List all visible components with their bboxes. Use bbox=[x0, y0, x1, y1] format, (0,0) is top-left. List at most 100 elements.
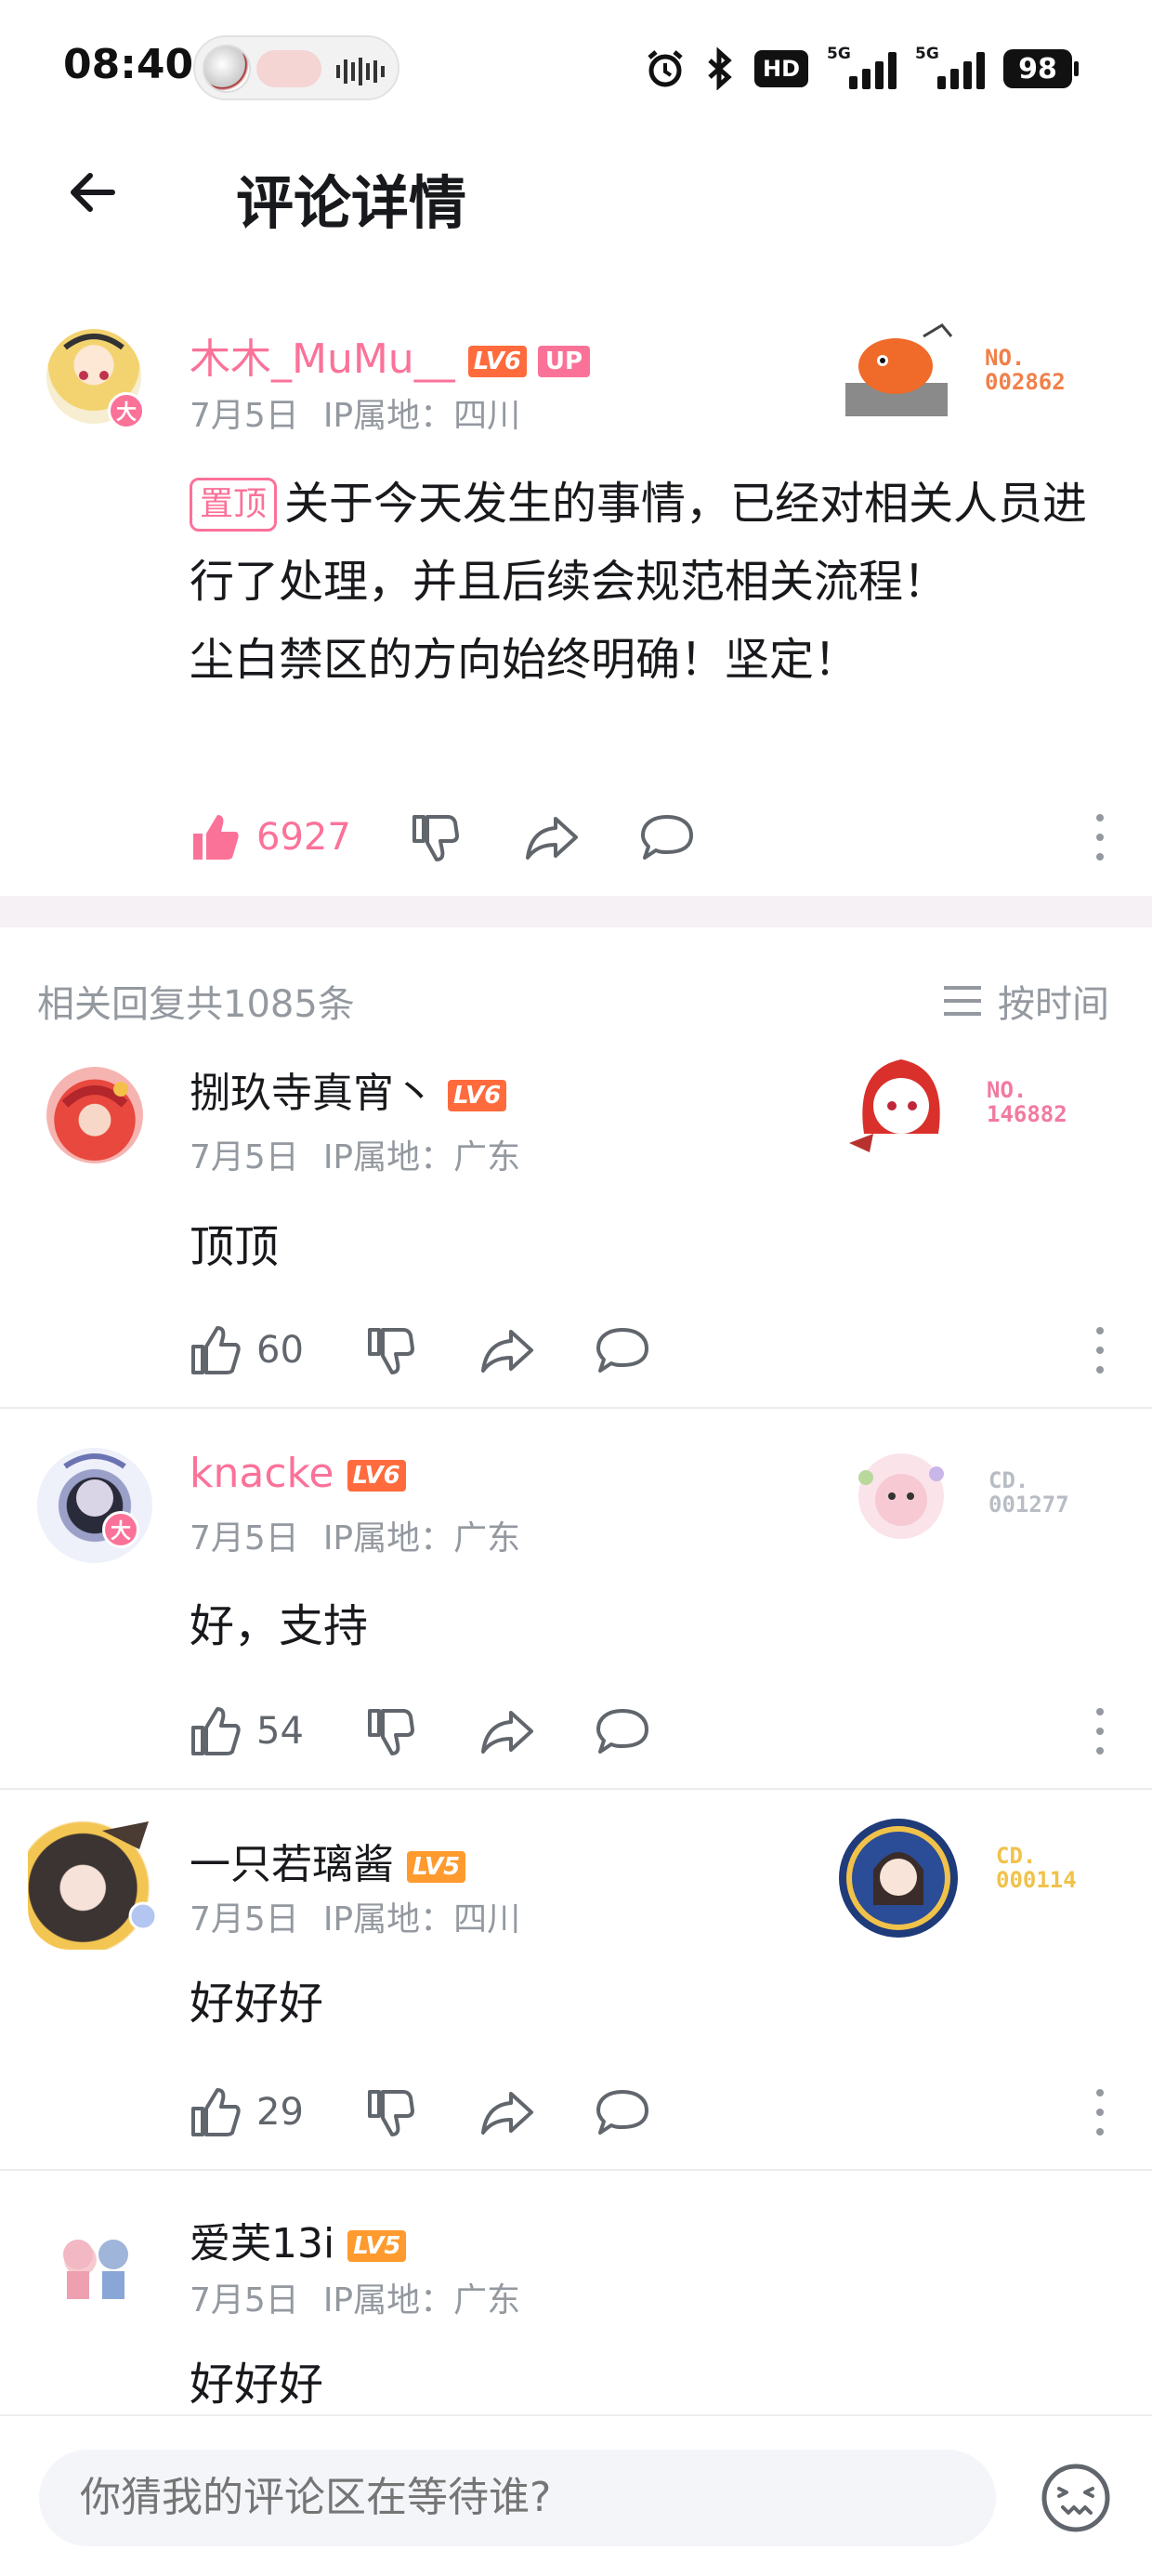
decoration-number: NO. 146882 bbox=[987, 1077, 1067, 1127]
reply-button[interactable] bbox=[595, 1318, 650, 1383]
share-button[interactable] bbox=[479, 2080, 535, 2145]
chat-bubble-icon bbox=[641, 815, 693, 860]
decoration-art bbox=[858, 1453, 944, 1539]
signal-icon: 5G bbox=[827, 45, 897, 89]
avatar[interactable] bbox=[37, 1448, 152, 1563]
thumbs-up-icon bbox=[191, 2088, 241, 2136]
comment-input[interactable] bbox=[39, 2450, 996, 2546]
dislike-button[interactable] bbox=[364, 1699, 416, 1764]
like-count: 29 bbox=[256, 2091, 304, 2134]
avatar[interactable] bbox=[45, 2214, 147, 2316]
level-badge: LV6 bbox=[467, 346, 527, 377]
decoration-art bbox=[845, 323, 953, 416]
section-divider bbox=[0, 896, 1152, 927]
reply-ip: IP属地：四川 bbox=[322, 1900, 521, 1939]
reply-item: 捌玖寺真宵丶 LV6 7月5日 IP属地：广东 NO. 146882 顶顶 60 bbox=[0, 1050, 1152, 1409]
reply-date: 7月5日 bbox=[190, 1138, 299, 1176]
reply-date: 7月5日 bbox=[190, 1900, 299, 1939]
battery-indicator: 98 bbox=[1003, 49, 1079, 88]
media-thumbnail bbox=[203, 45, 251, 93]
reply-button[interactable] bbox=[595, 2080, 650, 2145]
reply-ip: IP属地：广东 bbox=[322, 1519, 521, 1557]
comment-ip: IP属地：四川 bbox=[322, 397, 521, 435]
thumbs-up-icon bbox=[193, 815, 239, 860]
reply-ip: IP属地：广东 bbox=[322, 1138, 521, 1176]
back-button[interactable] bbox=[59, 160, 124, 225]
avatar[interactable] bbox=[28, 1812, 165, 1950]
decoration-card[interactable]: CD. 000114 bbox=[836, 1816, 1087, 1938]
top-app-bar: 评论详情 bbox=[0, 139, 1152, 260]
like-button[interactable]: 54 bbox=[190, 1699, 304, 1764]
dislike-button[interactable] bbox=[409, 805, 461, 870]
avatar[interactable] bbox=[46, 1067, 143, 1163]
reply-meta: 7月5日 IP属地：广东 bbox=[190, 1130, 520, 1178]
dislike-button[interactable] bbox=[364, 1318, 416, 1383]
chat-bubble-icon bbox=[596, 1709, 648, 1754]
emoji-button[interactable] bbox=[1039, 2461, 1113, 2535]
pinned-tag: 置顶 bbox=[190, 478, 278, 532]
chat-bubble-icon bbox=[596, 1328, 648, 1373]
replies-header: 相关回复共1085条 按时间 bbox=[0, 966, 1152, 1032]
sort-label: 按时间 bbox=[998, 983, 1109, 1026]
decoration-art bbox=[839, 1819, 958, 1938]
decoration-number: CD. 000114 bbox=[996, 1843, 1077, 1893]
main-comment: 大 木木_MuMu__ LV6 UP 7月5日 IP属地：四川 NO. 002862 置… bbox=[0, 316, 1152, 896]
like-button[interactable]: 29 bbox=[190, 2080, 304, 2145]
reply-username[interactable]: knacke LV6 bbox=[190, 1450, 406, 1497]
reply-content: 好，支持 bbox=[190, 1600, 369, 1652]
bottom-input-bar bbox=[0, 2414, 1152, 2576]
reply-username[interactable]: 一只若璃酱 LV5 bbox=[190, 1831, 466, 1890]
level-badge: LV6 bbox=[448, 1080, 507, 1111]
reply-button[interactable] bbox=[595, 1699, 650, 1764]
more-options-button[interactable] bbox=[1091, 814, 1109, 861]
divider bbox=[0, 1407, 1152, 1409]
share-button[interactable] bbox=[524, 805, 580, 870]
share-icon bbox=[481, 2092, 533, 2135]
verified-badge: 大 bbox=[102, 1511, 139, 1548]
like-button[interactable]: 60 bbox=[190, 1318, 304, 1383]
like-count: 6927 bbox=[256, 816, 351, 859]
share-button[interactable] bbox=[479, 1699, 535, 1764]
signal-icon-2: 5G bbox=[915, 45, 985, 89]
chat-bubble-icon bbox=[596, 2090, 648, 2135]
share-button[interactable] bbox=[479, 1318, 535, 1383]
reply-username[interactable]: 捌玖寺真宵丶 LV6 bbox=[190, 1059, 507, 1119]
reply-date: 7月5日 bbox=[190, 2281, 299, 2320]
reply-content: 好好好 bbox=[190, 1978, 324, 2030]
reply-count: 相关回复共1085条 bbox=[37, 983, 355, 1026]
verified-badge: 大 bbox=[108, 392, 145, 429]
share-icon bbox=[481, 1711, 533, 1754]
media-pill[interactable] bbox=[193, 35, 399, 100]
decoration-card[interactable]: NO. 146882 bbox=[836, 1050, 1087, 1162]
reply-button[interactable] bbox=[639, 805, 695, 870]
decoration-card[interactable]: NO. 002862 bbox=[836, 318, 1087, 429]
arrow-left-icon bbox=[71, 173, 115, 212]
dislike-button[interactable] bbox=[364, 2080, 416, 2145]
status-bar: 08:40 HD 5G 5G 98 bbox=[0, 0, 1152, 139]
decoration-number: CD. 001277 bbox=[988, 1467, 1069, 1518]
more-options-button[interactable] bbox=[1091, 2089, 1109, 2136]
reply-meta: 7月5日 IP属地：广东 bbox=[190, 1511, 520, 1559]
comment-content: 置顶 关于今天发生的事情，已经对相关人员进行了处理，并且后续会规范相关流程！ 尘白… bbox=[190, 478, 1088, 686]
thumbs-down-icon bbox=[368, 2090, 414, 2136]
more-options-button[interactable] bbox=[1091, 1327, 1109, 1373]
thumbs-down-icon bbox=[368, 1328, 414, 1374]
comment-meta: 7月5日 IP属地：四川 bbox=[190, 388, 520, 437]
decoration-card[interactable]: CD. 001277 bbox=[836, 1440, 1087, 1552]
up-badge: UP bbox=[537, 346, 591, 377]
reply-username[interactable]: 爱芙13i LV5 bbox=[190, 2210, 407, 2269]
thumbs-up-icon bbox=[191, 1707, 241, 1755]
like-button[interactable]: 6927 bbox=[190, 805, 351, 870]
emoji-icon bbox=[1041, 2464, 1110, 2532]
thumbs-down-icon bbox=[412, 815, 459, 861]
share-icon bbox=[526, 817, 578, 860]
sort-button[interactable]: 按时间 bbox=[942, 974, 1109, 1028]
divider bbox=[0, 1788, 1152, 1790]
like-count: 60 bbox=[256, 1329, 304, 1372]
hd-voice-icon: HD bbox=[754, 50, 808, 87]
more-options-button[interactable] bbox=[1091, 1708, 1109, 1755]
reply-ip: IP属地：广东 bbox=[322, 2281, 521, 2320]
reply-actions: 54 bbox=[190, 1699, 1109, 1764]
comment-username[interactable]: 木木_MuMu__ LV6 UP bbox=[190, 325, 591, 385]
level-badge: LV6 bbox=[347, 1460, 406, 1492]
